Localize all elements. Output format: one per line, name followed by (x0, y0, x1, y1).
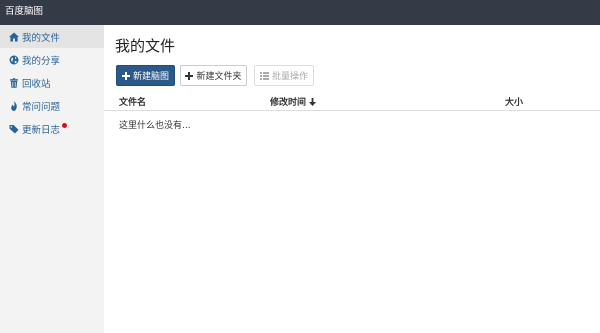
new-mindmap-button[interactable]: 新建脑图 (116, 65, 175, 86)
top-bar: 百度脑图 (0, 0, 600, 25)
sidebar-item-label: 我的分享 (22, 55, 61, 67)
fire-icon (8, 100, 19, 111)
plus-icon (121, 71, 130, 80)
new-mindmap-label: 新建脑图 (132, 72, 169, 82)
page-title: 我的文件 (115, 37, 176, 55)
sidebar-item-label: 更新日志 (22, 124, 61, 136)
new-folder-button[interactable]: 新建文件夹 (180, 65, 247, 86)
sidebar-item-changelog[interactable]: 更新日志 (0, 117, 104, 140)
main-content: 我的文件 新建脑图 新建文件夹 批量操作 文件名 修改时间 大小 这里什么也没有… (104, 25, 600, 333)
globe-icon (8, 54, 19, 65)
table-header-divider (104, 110, 600, 111)
sidebar-item-label: 常问问题 (22, 101, 61, 113)
sidebar-item-label: 回收站 (22, 78, 51, 90)
app-title[interactable]: 百度脑图 (5, 6, 43, 18)
home-icon (8, 31, 19, 42)
sidebar-item-my-shares[interactable]: 我的分享 (0, 48, 104, 71)
trash-icon (8, 77, 19, 88)
sidebar-item-faq[interactable]: 常问问题 (0, 94, 104, 117)
column-header-label: 修改时间 (270, 98, 307, 108)
batch-operations-button[interactable]: 批量操作 (254, 65, 314, 86)
batch-operations-label: 批量操作 (271, 72, 308, 82)
sidebar: 我的文件 我的分享 回收站 常问问题 更新日志 (0, 25, 104, 333)
new-folder-label: 新建文件夹 (196, 72, 242, 82)
column-header-modified[interactable]: 修改时间 (270, 95, 317, 108)
notification-badge (62, 123, 67, 128)
sidebar-item-recycle-bin[interactable]: 回收站 (0, 71, 104, 94)
column-header-label: 文件名 (119, 98, 147, 108)
tags-icon (8, 123, 19, 134)
plus-icon (185, 71, 194, 80)
arrow-down-icon (309, 97, 317, 106)
list-icon (259, 71, 269, 80)
column-header-size[interactable]: 大小 (505, 95, 523, 108)
empty-state-message: 这里什么也没有... (119, 121, 191, 131)
sidebar-item-label: 我的文件 (22, 32, 61, 44)
column-header-label: 大小 (505, 98, 524, 108)
column-header-name[interactable]: 文件名 (119, 95, 146, 108)
sidebar-item-my-files[interactable]: 我的文件 (0, 25, 104, 48)
